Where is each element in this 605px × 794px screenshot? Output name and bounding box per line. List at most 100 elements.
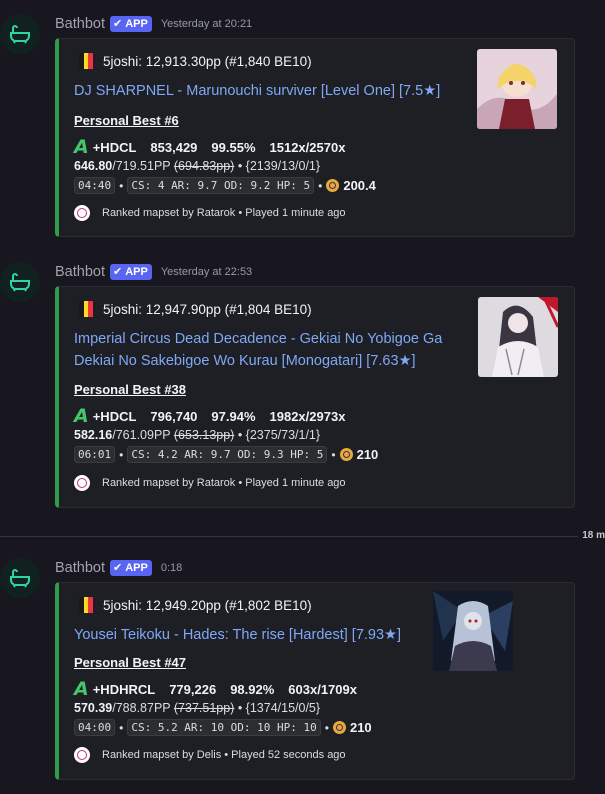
new-messages-divider — [0, 536, 605, 537]
bot-avatar[interactable] — [0, 262, 40, 302]
map-thumbnail[interactable] — [433, 591, 513, 671]
score-stats: A +HDHRCL 779,226 98.92% 603x/1709x — [74, 678, 357, 700]
pp-fc: (653.13pp) — [173, 428, 235, 442]
pp-max: /719.51PP — [112, 159, 171, 173]
pp-fc: (694.83pp) — [173, 159, 235, 173]
pp-value: 582.16 — [74, 428, 113, 442]
map-length: 06:01 — [74, 446, 116, 463]
bathtub-icon — [10, 25, 30, 44]
bathtub-icon — [10, 273, 30, 292]
personal-best: Personal Best #6 — [74, 113, 179, 128]
embed-title-link[interactable]: DJ SHARPNEL - Marunouchi surviver [Level… — [74, 80, 474, 102]
thumbnail-image — [477, 49, 557, 129]
pp-line: 570.39/788.87PP (737.51pp) • {1374/15/0/… — [74, 701, 320, 715]
score-stats: A +HDCL 796,740 97.94% 1982x/2973x — [74, 405, 345, 427]
bot-name[interactable]: Bathbot — [55, 16, 105, 32]
bot-name[interactable]: Bathbot — [55, 264, 105, 280]
belgium-flag-icon — [79, 301, 94, 317]
combo: 603x/1709x — [288, 681, 357, 697]
osu-ranked-icon — [74, 475, 90, 491]
message-header: Bathbot ✔ APP Yesterday at 22:53 — [55, 262, 252, 282]
map-stats: CS: 4.2 AR: 9.7 OD: 9.3 HP: 5 — [127, 446, 328, 463]
score-embed: 5joshi: 12,947.90pp (#1,804 BE10) Imperi… — [55, 286, 575, 508]
embed-footer: Ranked mapset by Delis • Played 52 secon… — [74, 747, 346, 763]
divider-time-label: 18 m — [578, 530, 605, 541]
map-stats: CS: 5.2 AR: 10 OD: 10 HP: 10 — [127, 719, 321, 736]
timestamp[interactable]: Yesterday at 20:21 — [161, 18, 252, 30]
map-length: 04:00 — [74, 719, 116, 736]
combo: 1512x/2570x — [269, 139, 346, 155]
map-stats: CS: 4 AR: 9.7 OD: 9.2 HP: 5 — [127, 177, 315, 194]
embed-footer: Ranked mapset by Ratarok • Played 1 minu… — [74, 205, 346, 221]
footer-text: Ranked mapset by Delis • Played 52 secon… — [102, 749, 346, 761]
osu-bpm-icon — [332, 721, 346, 734]
app-badge: ✔ APP — [110, 16, 152, 32]
mods: +HDCL — [92, 408, 137, 424]
mods: +HDCL — [92, 139, 137, 155]
author-text: 5joshi: 12,949.20pp (#1,802 BE10) — [103, 597, 312, 613]
app-badge: ✔ APP — [110, 560, 152, 576]
map-thumbnail[interactable] — [478, 297, 558, 377]
pp-max: /788.87PP — [112, 701, 171, 715]
osu-bpm-icon — [326, 179, 340, 192]
checkmark-icon: ✔ — [113, 562, 123, 574]
author-text: 5joshi: 12,947.90pp (#1,804 BE10) — [103, 301, 312, 317]
accuracy: 99.55% — [211, 139, 256, 155]
personal-best: Personal Best #47 — [74, 655, 187, 670]
message-header: Bathbot ✔ APP Yesterday at 20:21 — [55, 14, 252, 34]
grade-icon: A — [74, 405, 89, 427]
pp-value: 646.80 — [74, 159, 113, 173]
map-stats-line: 04:00 • CS: 5.2 AR: 10 OD: 10 HP: 10 • 2… — [74, 719, 372, 736]
bpm-value: 210 — [349, 720, 372, 735]
osu-bpm-icon — [339, 448, 353, 461]
pp-fc: (737.51pp) — [173, 701, 235, 715]
score: 779,226 — [169, 681, 217, 697]
map-thumbnail[interactable] — [477, 49, 557, 129]
bot-name[interactable]: Bathbot — [55, 560, 105, 576]
bot-avatar[interactable] — [0, 14, 40, 54]
accuracy: 97.94% — [211, 408, 256, 424]
osu-ranked-icon — [74, 205, 90, 221]
footer-text: Ranked mapset by Ratarok • Played 1 minu… — [102, 477, 346, 489]
bpm-value: 200.4 — [343, 178, 376, 193]
embed-author[interactable]: 5joshi: 12,947.90pp (#1,804 BE10) — [79, 301, 312, 317]
score: 853,429 — [150, 139, 198, 155]
map-stats-line: 04:40 • CS: 4 AR: 9.7 OD: 9.2 HP: 5 • 20… — [74, 177, 376, 194]
grade-icon: A — [74, 678, 89, 700]
timestamp[interactable]: 0:18 — [161, 562, 182, 574]
hit-counts: • {2139/13/0/1} — [237, 159, 321, 173]
pp-line: 646.80/719.51PP (694.83pp) • {2139/13/0/… — [74, 159, 320, 173]
author-text: 5joshi: 12,913.30pp (#1,840 BE10) — [103, 53, 312, 69]
checkmark-icon: ✔ — [113, 18, 123, 30]
grade-icon: A — [74, 136, 89, 158]
combo: 1982x/2973x — [269, 408, 346, 424]
osu-ranked-icon — [74, 747, 90, 763]
bpm-value: 210 — [356, 447, 379, 462]
pp-line: 582.16/761.09PP (653.13pp) • {2375/73/1/… — [74, 428, 320, 442]
footer-text: Ranked mapset by Ratarok • Played 1 minu… — [102, 207, 346, 219]
thumbnail-image — [433, 591, 513, 671]
app-badge: ✔ APP — [110, 264, 152, 280]
map-stats-line: 06:01 • CS: 4.2 AR: 9.7 OD: 9.3 HP: 5 • … — [74, 446, 378, 463]
embed-footer: Ranked mapset by Ratarok • Played 1 minu… — [74, 475, 346, 491]
timestamp[interactable]: Yesterday at 22:53 — [161, 266, 252, 278]
thumbnail-image — [478, 297, 558, 377]
embed-title-link[interactable]: Yousei Teikoku - Hades: The rise [Hardes… — [74, 624, 444, 646]
pp-value: 570.39 — [74, 701, 113, 715]
score-embed: 5joshi: 12,913.30pp (#1,840 BE10) DJ SHA… — [55, 38, 575, 237]
embed-author[interactable]: 5joshi: 12,913.30pp (#1,840 BE10) — [79, 53, 312, 69]
score: 796,740 — [150, 408, 198, 424]
mods: +HDHRCL — [92, 681, 156, 697]
pp-max: /761.09PP — [112, 428, 171, 442]
personal-best: Personal Best #38 — [74, 382, 187, 397]
belgium-flag-icon — [79, 53, 94, 69]
hit-counts: • {2375/73/1/1} — [237, 428, 321, 442]
checkmark-icon: ✔ — [113, 266, 123, 278]
score-stats: A +HDCL 853,429 99.55% 1512x/2570x — [74, 136, 345, 158]
accuracy: 98.92% — [230, 681, 275, 697]
embed-author[interactable]: 5joshi: 12,949.20pp (#1,802 BE10) — [79, 597, 312, 613]
bot-avatar[interactable] — [0, 558, 40, 598]
belgium-flag-icon — [79, 597, 94, 613]
bathtub-icon — [10, 569, 30, 588]
embed-title-link[interactable]: Imperial Circus Dead Decadence - Gekiai … — [74, 328, 474, 372]
